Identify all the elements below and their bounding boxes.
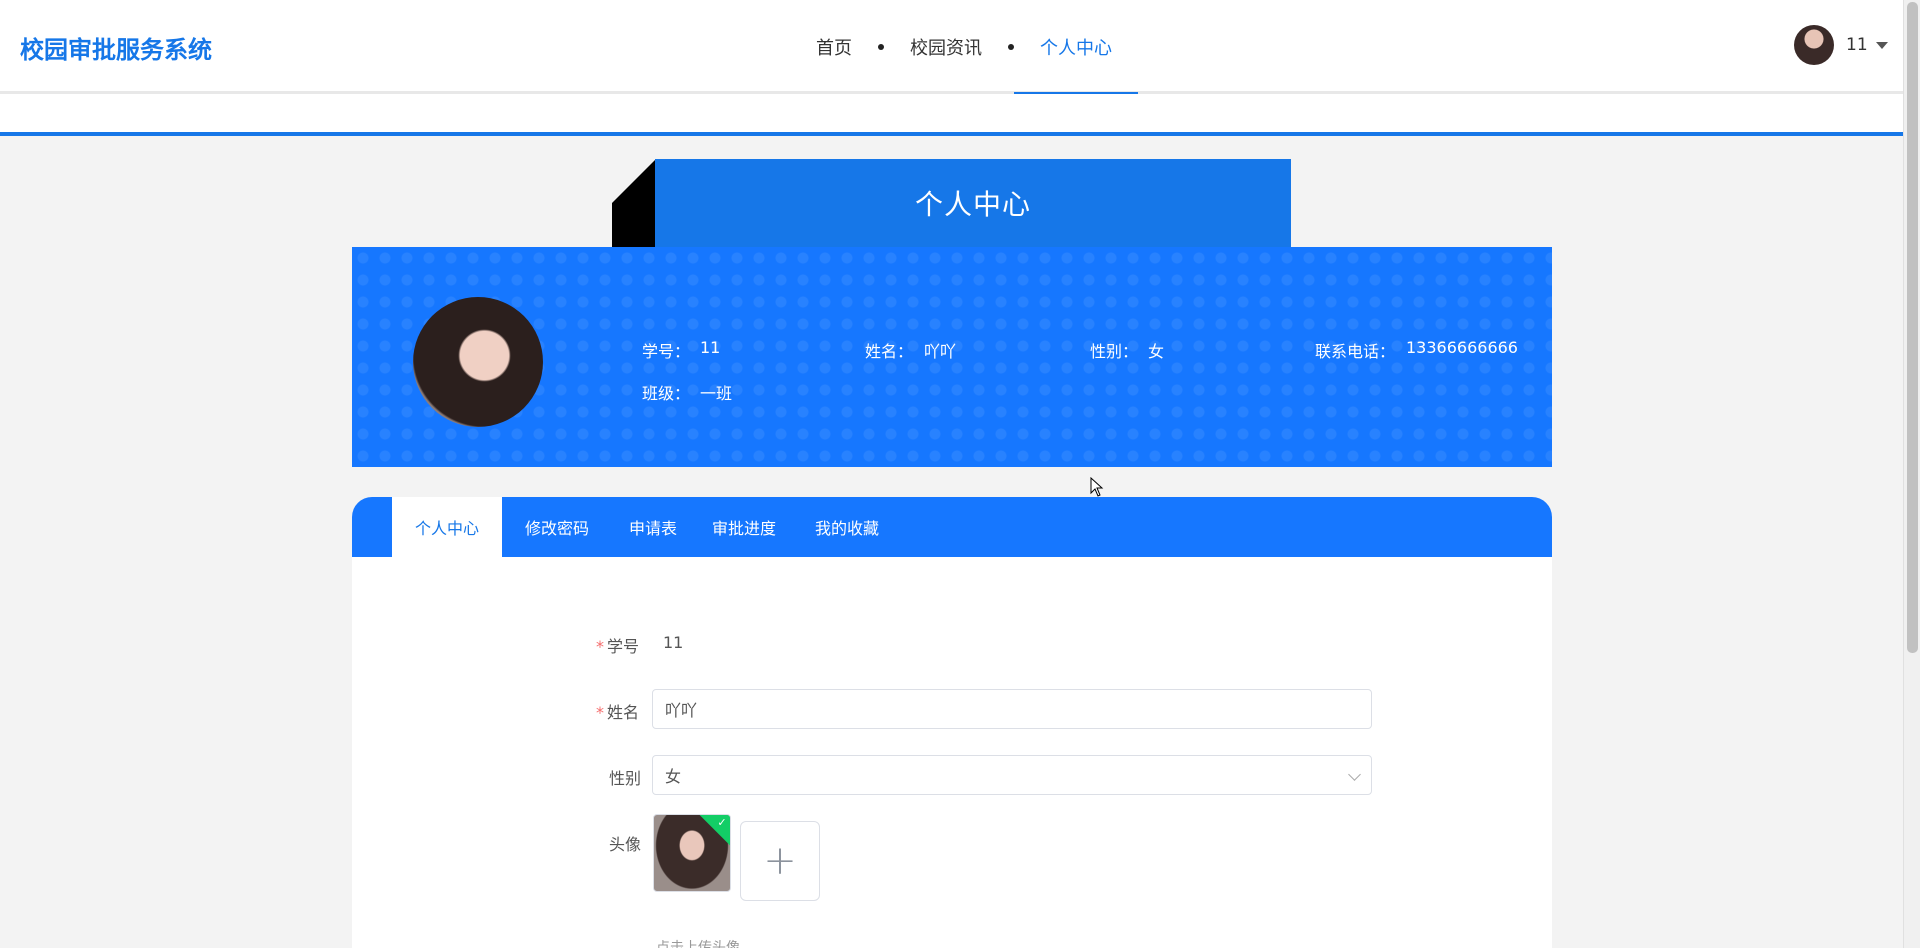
phone-value: 13366666666 (1406, 338, 1518, 357)
upload-hint: 点击上传头像 (656, 940, 740, 948)
profile-form (352, 557, 1552, 948)
mouse-cursor-icon (1090, 477, 1104, 497)
required-mark: * (596, 637, 604, 656)
name-input[interactable]: 吖吖 (652, 689, 1372, 729)
gender-label: 性别： (1090, 342, 1139, 361)
student-id-label: 学号： (642, 342, 691, 361)
tab-my-favorites[interactable]: 我的收藏 (794, 497, 900, 557)
user-menu[interactable]: 11 (1794, 25, 1888, 65)
main-nav: 首页 校园资讯 个人中心 (790, 0, 1138, 97)
plus-icon: + (763, 838, 797, 884)
gender-select[interactable]: 女 (652, 755, 1372, 795)
name-value: 吖吖 (924, 342, 957, 361)
name-label: 姓名： (865, 342, 914, 361)
form-student-id-value: 11 (663, 633, 684, 652)
top-header: 校园审批服务系统 首页 校园资讯 个人中心 11 (0, 0, 1903, 97)
class-value: 一班 (700, 384, 733, 403)
page-title: 个人中心 (655, 159, 1291, 247)
scrollbar-thumb[interactable] (1907, 2, 1918, 653)
name-input-value: 吖吖 (665, 701, 698, 720)
upload-avatar-button[interactable]: + (740, 821, 820, 901)
tab-change-password[interactable]: 修改密码 (502, 497, 612, 557)
check-icon: ✓ (717, 815, 727, 829)
avatar[interactable] (1794, 25, 1834, 65)
required-mark: * (596, 703, 604, 722)
tab-personal-center[interactable]: 个人中心 (392, 497, 502, 557)
user-name[interactable]: 11 (1846, 35, 1868, 55)
upload-success-badge: ✓ (698, 815, 730, 847)
gender-value: 女 (1148, 342, 1165, 361)
brand-title[interactable]: 校园审批服务系统 (20, 30, 212, 65)
class-label: 班级： (642, 384, 691, 403)
tab-application-form[interactable]: 申请表 (612, 497, 694, 557)
form-name-label: * 姓名 (596, 699, 639, 723)
nav-home[interactable]: 首页 (790, 0, 878, 94)
form-avatar-label: 头像 (609, 835, 642, 854)
phone-label: 联系电话： (1315, 342, 1396, 361)
avatar-thumbnail[interactable]: ✓ (653, 814, 731, 892)
caret-down-icon[interactable] (1875, 41, 1888, 49)
form-gender-label: 性别 (609, 769, 642, 788)
banner-fold-decoration (612, 159, 656, 247)
form-student-id-label: * 学号 (596, 633, 639, 657)
page-scrollbar[interactable] (1903, 0, 1920, 948)
profile-tabs: 个人中心 修改密码 申请表 审批进度 我的收藏 (352, 497, 1552, 557)
nav-campus-news[interactable]: 校园资讯 (884, 0, 1008, 94)
student-id-value: 11 (700, 338, 721, 357)
profile-card: 学号： 11 姓名： 吖吖 性别： 女 联系电话： 13366666666 班级… (352, 247, 1552, 467)
form-name-label-text: 姓名 (607, 703, 640, 722)
nav-personal-center[interactable]: 个人中心 (1014, 0, 1138, 97)
form-student-id-label-text: 学号 (607, 637, 640, 656)
tab-approval-progress[interactable]: 审批进度 (694, 497, 794, 557)
chevron-down-icon[interactable] (1348, 768, 1361, 781)
gender-select-value: 女 (665, 767, 682, 786)
header-divider (0, 132, 1903, 136)
profile-avatar (413, 297, 543, 427)
header-spacer (0, 94, 1903, 132)
